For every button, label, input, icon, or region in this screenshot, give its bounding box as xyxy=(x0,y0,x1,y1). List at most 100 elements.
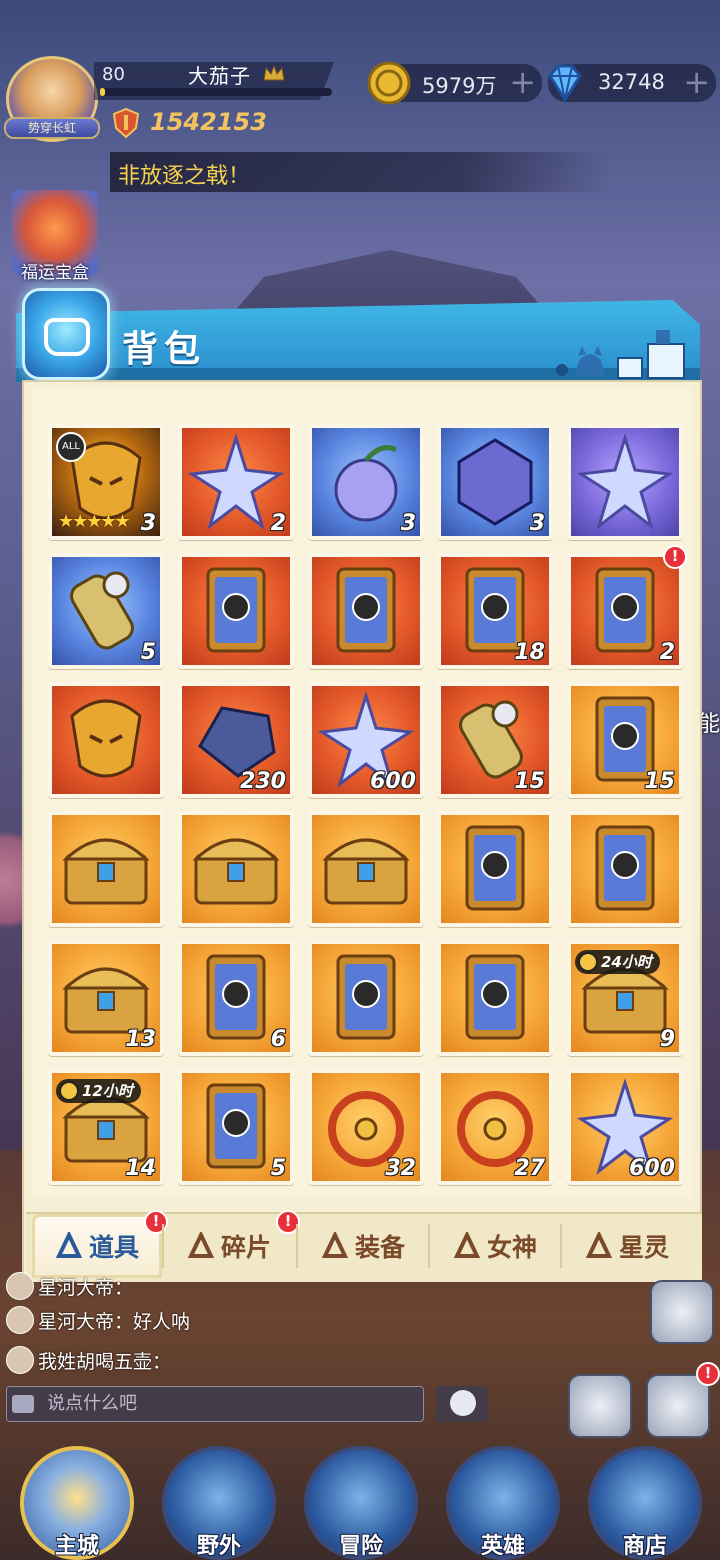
inventory-slot[interactable] xyxy=(308,553,424,669)
inventory-slot[interactable] xyxy=(567,424,683,540)
panel-title: 背包 xyxy=(122,329,207,370)
nav-heroes-label: 英雄 xyxy=(480,1534,525,1559)
inventory-slot[interactable]: 18 xyxy=(437,553,553,669)
gem-amount: 32748 xyxy=(598,70,665,94)
inventory-slot[interactable]: 13 xyxy=(48,940,164,1056)
inventory-slot[interactable]: 3 xyxy=(308,424,424,540)
player-title-badge: 势穿长虹 xyxy=(4,117,100,139)
item-count: 6 xyxy=(270,1027,286,1052)
chat-text: 星河大帝： xyxy=(38,1276,134,1299)
inventory-slot[interactable] xyxy=(308,940,424,1056)
item-count: 14 xyxy=(125,1156,156,1181)
item-count: 5 xyxy=(270,1156,286,1181)
royal-chest-icon xyxy=(192,838,280,905)
inventory-slot[interactable]: 5 xyxy=(178,1069,294,1185)
inventory-slot[interactable] xyxy=(48,682,164,798)
inventory-slot[interactable] xyxy=(178,811,294,927)
announcement-text: 非放逐之戟！ xyxy=(118,164,251,189)
inventory-slot[interactable]: 15 xyxy=(567,682,683,798)
inventory-slot[interactable]: 32 xyxy=(308,1069,424,1185)
gold-amount: 5979万 xyxy=(422,74,497,98)
inventory-slot[interactable]: 6 xyxy=(178,940,294,1056)
cat-decoration-icon xyxy=(556,330,685,379)
inventory-slot[interactable]: 230 xyxy=(178,682,294,798)
hero-card-icon xyxy=(336,567,396,653)
power-shield-icon xyxy=(112,108,140,138)
item-grid-container[interactable]: ALL ★★★★★ 3 2 3 3 5 18 2! 230 600 15 15 13 6 24小时 9 12小时 1… xyxy=(32,388,692,1198)
inventory-slot[interactable]: 24小时 9 xyxy=(567,940,683,1056)
inventory-slot[interactable]: 12小时 14 xyxy=(48,1069,164,1185)
gold-resource: 5979万 + xyxy=(367,61,542,105)
item-count: 13 xyxy=(125,1027,156,1052)
tab-divider xyxy=(428,1224,430,1268)
inventory-slot[interactable] xyxy=(437,940,553,1056)
inventory-slot[interactable]: 600 xyxy=(308,682,424,798)
inventory-slot[interactable] xyxy=(437,811,553,927)
inventory-slot[interactable]: 15 xyxy=(437,682,553,798)
red-helmet-icon xyxy=(70,699,142,778)
nav-main-city-label: 主城 xyxy=(54,1534,99,1559)
nav-wilderness-label: 野外 xyxy=(196,1534,241,1559)
item-count: 2 xyxy=(659,640,675,665)
tab-fragments[interactable]: 碎片 xyxy=(164,1214,294,1278)
item-count: 230 xyxy=(240,769,286,794)
tab-goddess[interactable]: 女神 xyxy=(430,1214,560,1278)
inventory-slot[interactable] xyxy=(178,553,294,669)
player-name: 大茄子 xyxy=(188,64,251,88)
bag-panel: ALL ★★★★★ 3 2 3 3 5 18 2! 230 600 15 15 13 6 24小时 9 12小时 1… xyxy=(22,380,702,1282)
item-count: 15 xyxy=(514,769,545,794)
item-count: 5 xyxy=(140,640,156,665)
chat-message: 星河大帝： xyxy=(6,1272,133,1300)
inventory-slot[interactable]: 2 xyxy=(178,424,294,540)
inventory-slot[interactable]: 600 xyxy=(567,1069,683,1185)
hero-card-icon xyxy=(595,825,655,911)
nav-shop-label: 商店 xyxy=(622,1534,667,1559)
friends-button[interactable] xyxy=(650,1280,714,1344)
inventory-slot[interactable]: 2 xyxy=(567,553,683,669)
player-level: 80 xyxy=(102,64,125,85)
backpack-icon-outline xyxy=(44,318,90,356)
tab-equipment[interactable]: 装备 xyxy=(298,1214,428,1278)
nav-adventure-label: 冒险 xyxy=(338,1534,383,1559)
tab-label: 女神 xyxy=(486,1233,537,1262)
inventory-slot[interactable]: ALL ★★★★★ 3 xyxy=(48,424,164,540)
timer-text: 12小时 xyxy=(82,1082,133,1100)
equipment-tab-icon xyxy=(321,1232,349,1258)
inventory-slot[interactable]: 5 xyxy=(48,553,164,669)
inventory-slot[interactable]: 27 xyxy=(437,1069,553,1185)
tab-divider xyxy=(162,1224,164,1268)
item-count: 3 xyxy=(140,511,156,536)
timer-badge: 12小时 xyxy=(56,1079,141,1103)
tab-star-spirit[interactable]: 星灵 xyxy=(562,1214,692,1278)
item-count: 3 xyxy=(529,511,545,536)
tab-items[interactable]: 道具 xyxy=(32,1214,162,1278)
items-tab-icon xyxy=(55,1232,83,1258)
item-count: 15 xyxy=(644,769,675,794)
item-count: 600 xyxy=(629,1156,675,1181)
tab-label: 碎片 xyxy=(220,1233,271,1262)
inventory-slot[interactable] xyxy=(308,811,424,927)
item-count: 600 xyxy=(370,769,416,794)
mystery-card-icon xyxy=(336,954,396,1040)
add-gem-button[interactable]: + xyxy=(683,64,710,100)
add-gold-button[interactable]: + xyxy=(509,64,536,100)
goddess-tab-icon xyxy=(453,1232,481,1258)
inventory-slot[interactable] xyxy=(48,811,164,927)
hero-card-icon xyxy=(465,825,525,911)
star-rating: ★★★★★ xyxy=(58,511,131,532)
blue-chest-icon xyxy=(62,838,150,905)
emoji-icon xyxy=(450,1390,476,1416)
tab-divider xyxy=(296,1224,298,1268)
inventory-slot[interactable]: 3 xyxy=(437,424,553,540)
star-spirit-tab-icon xyxy=(585,1232,613,1258)
crown-icon xyxy=(263,64,285,81)
chat-message: 星河大帝：好人呐 xyxy=(6,1306,190,1334)
armor-card-icon xyxy=(465,954,525,1040)
lucky-gift-box-label: 福运宝盒 xyxy=(21,263,89,283)
tab-label: 道具 xyxy=(88,1233,139,1262)
chat-input[interactable]: 说点什么吧 xyxy=(6,1386,424,1422)
inventory-slot[interactable] xyxy=(567,811,683,927)
item-count: 2 xyxy=(270,511,286,536)
fragments-tab-icon xyxy=(187,1232,215,1258)
ranking-button[interactable] xyxy=(568,1374,632,1438)
